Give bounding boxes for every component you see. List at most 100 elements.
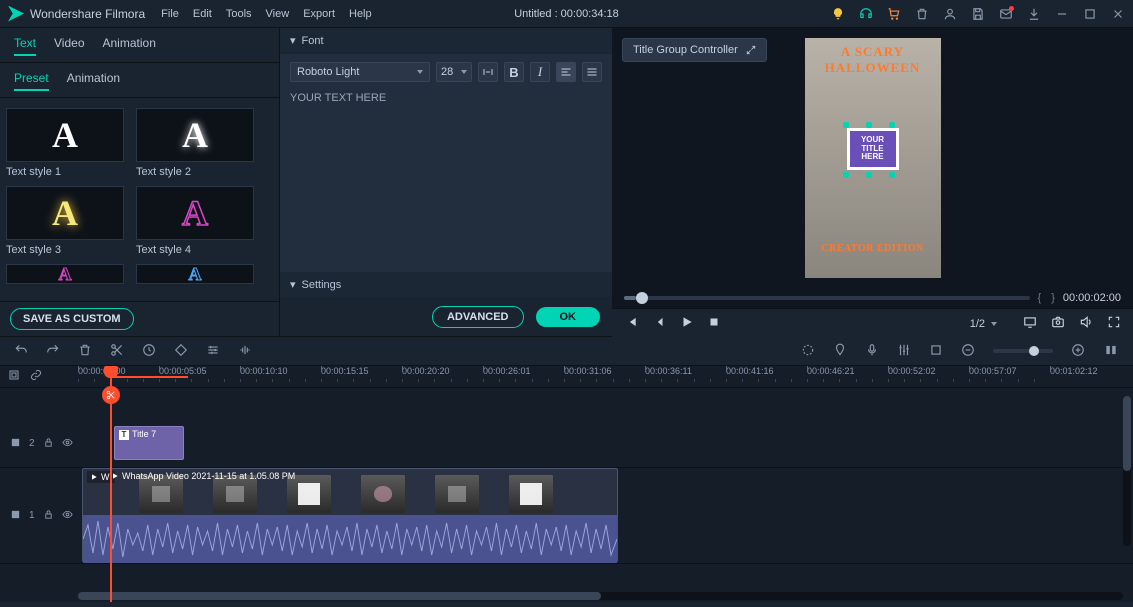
voiceover-icon[interactable] — [865, 343, 879, 360]
manage-tracks-icon[interactable] — [8, 369, 20, 384]
style-1-thumb[interactable]: A — [6, 108, 124, 162]
ok-button[interactable]: OK — [536, 307, 601, 327]
preview-zoom-select[interactable]: 1/2 — [970, 318, 997, 330]
playhead-handle[interactable] — [104, 366, 118, 378]
adjust-icon[interactable] — [206, 343, 220, 360]
split-icon[interactable] — [110, 343, 124, 360]
message-icon[interactable] — [999, 7, 1013, 21]
italic-button[interactable]: I — [530, 62, 550, 82]
style-6-thumb[interactable]: A — [136, 264, 254, 284]
minimize-icon[interactable] — [1055, 7, 1069, 21]
style-2-label: Text style 2 — [136, 162, 254, 178]
timeline-vertical-scrollbar[interactable] — [1123, 396, 1131, 546]
close-icon[interactable] — [1111, 7, 1125, 21]
ruler-tick: 00:00:36:11 — [645, 366, 726, 387]
align-justify-button[interactable] — [582, 62, 602, 82]
title-group-controller-button[interactable]: Title Group Controller — [622, 38, 767, 62]
menu-help[interactable]: Help — [349, 8, 372, 20]
title-clip-label: Title 7 — [132, 429, 156, 439]
bold-button[interactable]: B — [504, 62, 524, 82]
timeline-zoom-slider[interactable] — [993, 349, 1053, 353]
download-icon[interactable] — [1027, 7, 1041, 21]
spacing-button[interactable] — [478, 62, 498, 82]
track-number: 2 — [29, 438, 35, 449]
tab-video[interactable]: Video — [54, 36, 84, 56]
lock-icon[interactable] — [43, 437, 54, 451]
ruler-tick: 00:00:52:02 — [888, 366, 969, 387]
menu-edit[interactable]: Edit — [193, 8, 212, 20]
save-as-custom-button[interactable]: SAVE AS CUSTOM — [10, 308, 134, 330]
crop-icon[interactable] — [929, 343, 943, 360]
maximize-icon[interactable] — [1083, 7, 1097, 21]
tab-preset[interactable]: Preset — [14, 71, 49, 91]
style-2-thumb[interactable]: A — [136, 108, 254, 162]
fullscreen-icon[interactable] — [1107, 315, 1121, 332]
delete-clip-icon[interactable] — [78, 343, 92, 360]
render-icon[interactable] — [801, 343, 815, 360]
visibility-icon[interactable] — [62, 437, 73, 451]
font-size-select[interactable]: 28 — [436, 62, 472, 82]
stop-button[interactable] — [708, 316, 720, 331]
playhead-scissors-icon[interactable] — [102, 386, 120, 404]
undo-icon[interactable] — [14, 343, 28, 360]
play-button[interactable] — [680, 315, 694, 332]
ruler-tick: 00:00:46:21 — [807, 366, 888, 387]
link-icon[interactable] — [30, 369, 42, 384]
text-input-field[interactable]: YOUR TEXT HERE — [290, 90, 602, 106]
app-logo-icon — [8, 6, 24, 22]
style-5-thumb[interactable]: A — [6, 264, 124, 284]
font-family-select[interactable]: Roboto Light — [290, 62, 430, 82]
menu-tools[interactable]: Tools — [226, 8, 252, 20]
fit-timeline-icon[interactable] — [1103, 343, 1119, 360]
support-icon[interactable] — [859, 7, 873, 21]
timeline-ruler[interactable]: 00:00:00:00 00:00:05:05 00:00:10:10 00:0… — [0, 366, 1133, 388]
font-section-header[interactable]: ▾ Font — [280, 28, 612, 54]
prev-frame-button[interactable] — [624, 315, 638, 332]
mixer-icon[interactable] — [897, 343, 911, 360]
tips-icon[interactable] — [831, 7, 845, 21]
save-icon[interactable] — [971, 7, 985, 21]
snapshot-icon[interactable] — [1051, 315, 1065, 332]
lock-icon[interactable] — [43, 509, 54, 523]
mark-out-icon[interactable]: } — [1051, 292, 1055, 304]
advanced-button[interactable]: ADVANCED — [432, 306, 524, 328]
preview-viewport[interactable]: A SCARY HALLOWEEN YOUR TITLE HERE CREATO… — [612, 28, 1133, 288]
delete-icon[interactable] — [915, 7, 929, 21]
playhead[interactable] — [110, 366, 112, 602]
display-icon[interactable] — [1023, 315, 1037, 332]
preview-title-box[interactable]: YOUR TITLE HERE — [847, 128, 899, 170]
style-3-thumb[interactable]: A — [6, 186, 124, 240]
audio-wave-icon[interactable] — [238, 343, 252, 360]
timeline-horizontal-scrollbar[interactable] — [78, 592, 1123, 600]
step-back-button[interactable] — [652, 315, 666, 332]
clip-label: WhatsApp Video 2021-11-15 at 1.05.08 PM — [122, 471, 295, 481]
menu-export[interactable]: Export — [303, 8, 335, 20]
title-clip[interactable]: TTitle 7 — [114, 426, 184, 460]
chevron-down-icon — [461, 70, 467, 74]
marker-icon[interactable] — [833, 343, 847, 360]
video-clip[interactable]: WI WhatsApp Video 2021-11-15 at 1.05.08 … — [82, 468, 618, 562]
account-icon[interactable] — [943, 7, 957, 21]
volume-icon[interactable] — [1079, 315, 1093, 332]
settings-section-header[interactable]: ▾ Settings — [280, 272, 612, 298]
visibility-icon[interactable] — [62, 509, 73, 523]
speed-icon[interactable] — [142, 343, 156, 360]
zoom-in-icon[interactable] — [1071, 343, 1085, 360]
menu-view[interactable]: View — [266, 8, 290, 20]
scrub-slider[interactable] — [624, 296, 1030, 300]
redo-icon[interactable] — [46, 343, 60, 360]
tab-text[interactable]: Text — [14, 36, 36, 56]
align-left-button[interactable] — [556, 62, 576, 82]
menu-file[interactable]: File — [161, 8, 179, 20]
letter-a-icon: A — [52, 114, 78, 156]
tab-animation-top[interactable]: Animation — [103, 36, 156, 56]
font-name-value: Roboto Light — [297, 66, 359, 78]
style-4-thumb[interactable]: A — [136, 186, 254, 240]
ruler-tick: 00:00:31:06 — [564, 366, 645, 387]
mark-in-icon[interactable]: { — [1038, 292, 1042, 304]
letter-a-icon: A — [52, 192, 78, 234]
zoom-out-icon[interactable] — [961, 343, 975, 360]
store-icon[interactable] — [887, 7, 901, 21]
tab-animation-sub[interactable]: Animation — [67, 71, 120, 91]
keyframe-icon[interactable] — [174, 343, 188, 360]
